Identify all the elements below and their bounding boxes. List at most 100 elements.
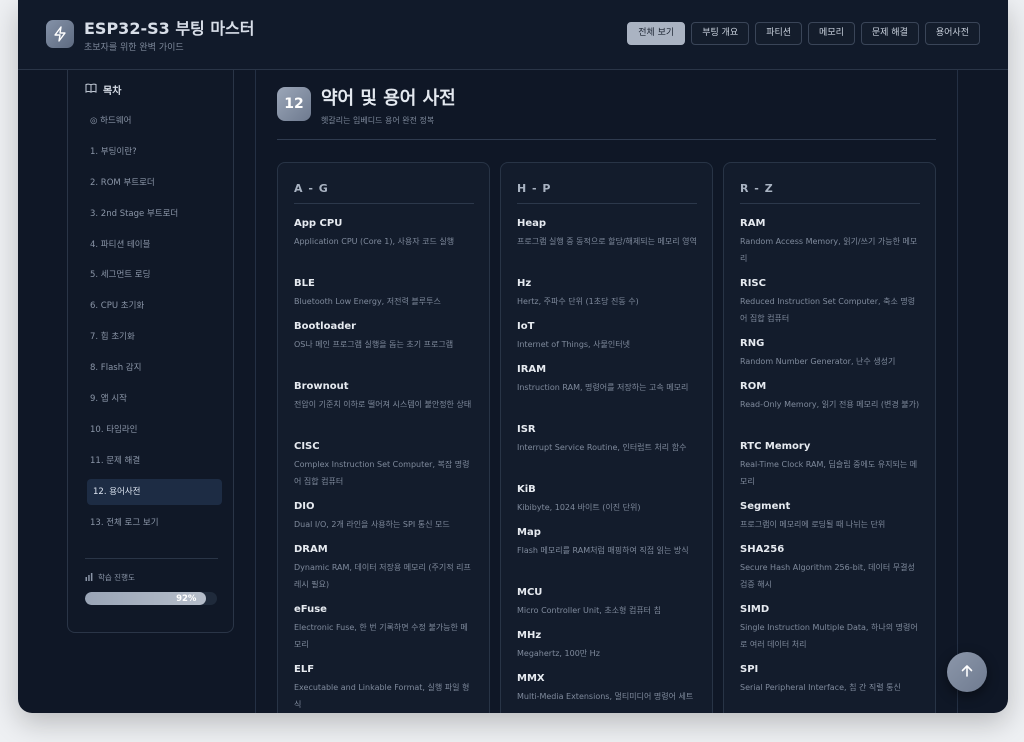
glossary-term: BLE Bluetooth Low Energy, 저전력 블루투스 — [294, 277, 474, 320]
toc-item[interactable]: 7. 힙 초기화 — [87, 324, 222, 350]
glossary-term: Bootloader OS나 메인 프로그램 실행을 돕는 초기 프로그램 — [294, 320, 474, 380]
term-name: RAM — [740, 218, 766, 229]
section-divider — [277, 139, 936, 140]
term-description: Reduced Instruction Set Computer, 축소 명령어… — [740, 297, 916, 323]
glossary-term: RAM Random Access Memory, 읽기/쓰기 가능한 메모리 — [740, 217, 920, 277]
glossary-term: eFuse Electronic Fuse, 한 번 기록하면 수정 불가능한 메… — [294, 603, 474, 663]
term-name: CISC — [294, 441, 320, 452]
toc-list: ◎ 하드웨어 1. 부팅이란? 2. ROM 부트로더 3. 2nd Stage 부트… — [87, 108, 222, 540]
term-description: Hertz, 주파수 단위 (1초당 진동 수) — [517, 297, 639, 306]
glossary-term: RTC Memory Real-Time Clock RAM, 딥슬립 중에도 유… — [740, 440, 920, 500]
progress-value: 92% — [176, 593, 197, 604]
nav-button[interactable]: 전체 보기 — [627, 22, 686, 45]
term-description: Real-Time Clock RAM, 딥슬립 중에도 유지되는 메모리 — [740, 460, 918, 486]
term-description: Flash 메모리를 RAM처럼 매핑하여 직접 읽는 방식 — [517, 546, 689, 555]
term-description: Random Number Generator, 난수 생성기 — [740, 357, 896, 366]
app-window: ESP32-S3 부팅 마스터 초보자를 위한 완벽 가이드 전체 보기 부팅 개… — [18, 0, 1008, 713]
sidebar-divider — [85, 558, 218, 559]
toc-item[interactable]: 13. 전체 로그 보기 — [87, 510, 222, 536]
term-description: Read-Only Memory, 읽기 전용 메모리 (변경 불가) — [740, 400, 920, 409]
glossary-term: Map Flash 메모리를 RAM처럼 매핑하여 직접 읽는 방식 — [517, 526, 697, 586]
term-description: Dual I/O, 2개 라인을 사용하는 SPI 통신 모드 — [294, 520, 450, 529]
column-heading: H - P — [517, 182, 697, 204]
glossary-term: SIMD Single Instruction Multiple Data, 하나… — [740, 603, 920, 663]
term-name: Heap — [517, 218, 547, 229]
glossary-term: KiB Kibibyte, 1024 바이트 (이진 단위) — [517, 483, 697, 526]
toc-item[interactable]: 12. 용어사전 — [87, 478, 222, 505]
glossary-term: SHA256 Secure Hash Algorithm 256-bit, 데이터… — [740, 543, 920, 603]
toc-item[interactable]: 10. 타임라인 — [87, 417, 222, 443]
term-description: 프로그램 실행 중 동적으로 할당/해제되는 메모리 영역 — [517, 237, 697, 246]
glossary-term: CISC Complex Instruction Set Computer, 복잡… — [294, 440, 474, 500]
nav-button[interactable]: 파티션 — [755, 22, 803, 45]
term-name: ROM — [740, 381, 767, 392]
glossary-term: Hz Hertz, 주파수 단위 (1초당 진동 수) — [517, 277, 697, 320]
term-description: Random Access Memory, 읽기/쓰기 가능한 메모리 — [740, 237, 918, 263]
glossary-term: RISC Reduced Instruction Set Computer, 축소… — [740, 277, 920, 337]
progress-bar: 92% — [85, 592, 217, 605]
toc-item[interactable]: 6. CPU 초기화 — [87, 293, 222, 319]
glossary-term: IRAM Instruction RAM, 명령어를 저장하는 고속 메모리 — [517, 363, 697, 423]
section-number-badge: 12 — [277, 87, 311, 121]
book-icon — [85, 83, 97, 96]
toc-item[interactable]: 11. 문제 해결 — [87, 448, 222, 474]
term-list: RAM Random Access Memory, 읽기/쓰기 가능한 메모리 RI… — [740, 217, 920, 713]
back-to-top-button[interactable] — [947, 652, 987, 692]
glossary-term: Segment 프로그램이 메모리에 로딩될 때 나뉘는 단위 — [740, 500, 920, 543]
bar-chart-icon — [85, 572, 93, 583]
term-description: Interrupt Service Routine, 인터럽트 처리 함수 — [517, 443, 687, 452]
toc-title: 목차 — [103, 86, 122, 97]
glossary-term: Brownout 전압이 기준치 이하로 떨어져 시스템이 불안정한 상태 — [294, 380, 474, 440]
top-nav: 전체 보기 부팅 개요 파티션 메모리 문제 해결 용어사전 — [627, 22, 980, 45]
glossary-term: App CPU Application CPU (Core 1), 사용자 코드 … — [294, 217, 474, 277]
glossary-term: RNG Random Number Generator, 난수 생성기 — [740, 337, 920, 380]
toc-item[interactable]: 1. 부팅이란? — [87, 139, 222, 165]
toc-item[interactable]: 3. 2nd Stage 부트로더 — [87, 201, 222, 227]
toc-item[interactable]: 4. 파티션 테이블 — [87, 232, 222, 258]
term-description: OS나 메인 프로그램 실행을 돕는 초기 프로그램 — [294, 340, 454, 349]
term-name: ISR — [517, 424, 536, 435]
term-name: DRAM — [294, 544, 328, 555]
toc-item[interactable]: 8. Flash 감지 — [87, 355, 222, 381]
term-description: Application CPU (Core 1), 사용자 코드 실행 — [294, 237, 455, 246]
term-description: Executable and Linkable Format, 실행 파일 형식 — [294, 683, 470, 709]
term-description: Dynamic RAM, 데이터 저장용 메모리 (주기적 리프레시 필요) — [294, 563, 471, 589]
term-description: Megahertz, 100만 Hz — [517, 649, 600, 658]
term-description: Instruction RAM, 명령어를 저장하는 고속 메모리 — [517, 383, 689, 392]
term-name: IRAM — [517, 364, 547, 375]
term-name: Map — [517, 527, 541, 538]
term-name: Segment — [740, 501, 791, 512]
glossary-term: ROM Read-Only Memory, 읽기 전용 메모리 (변경 불가) — [740, 380, 920, 440]
glossary-term: ELF Executable and Linkable Format, 실행 파일… — [294, 663, 474, 713]
term-description: Secure Hash Algorithm 256-bit, 데이터 무결성 검… — [740, 563, 915, 589]
app-title: ESP32-S3 부팅 마스터 — [84, 19, 255, 38]
progress-label-row: 학습 진행도 — [85, 572, 135, 583]
toc-item[interactable]: 9. 앱 시작 — [87, 386, 222, 412]
section-title: 약어 및 용어 사전 — [321, 88, 456, 109]
progress-label: 학습 진행도 — [98, 573, 135, 582]
nav-button[interactable]: 메모리 — [808, 22, 855, 45]
toc-item[interactable]: ◎ 하드웨어 — [87, 108, 222, 134]
term-description: Single Instruction Multiple Data, 하나의 명령… — [740, 623, 918, 649]
term-name: MMX — [517, 673, 545, 684]
arrow-up-icon — [960, 663, 974, 682]
glossary-term: DIO Dual I/O, 2개 라인을 사용하는 SPI 통신 모드 — [294, 500, 474, 543]
term-name: eFuse — [294, 604, 327, 615]
term-name: ELF — [294, 664, 315, 675]
term-name: KiB — [517, 484, 536, 495]
nav-button[interactable]: 용어사전 — [924, 22, 980, 45]
term-description: Multi-Media Extensions, 멀티미디어 명령어 세트 — [517, 692, 694, 701]
nav-button[interactable]: 문제 해결 — [860, 22, 919, 45]
toc-item[interactable]: 2. ROM 부트로더 — [87, 170, 222, 196]
toc-item[interactable]: 5. 세그먼트 로딩 — [87, 262, 222, 288]
top-header: ESP32-S3 부팅 마스터 초보자를 위한 완벽 가이드 전체 보기 부팅 개… — [18, 0, 1008, 70]
nav-button[interactable]: 부팅 개요 — [691, 22, 750, 45]
glossary-term: Heap 프로그램 실행 중 동적으로 할당/해제되는 메모리 영역 — [517, 217, 697, 277]
term-name: SPI — [740, 664, 759, 675]
term-description: Kibibyte, 1024 바이트 (이진 단위) — [517, 503, 641, 512]
progress-fill: 92% — [85, 592, 207, 605]
glossary-term: MHz Megahertz, 100만 Hz — [517, 629, 697, 672]
term-name: Bootloader — [294, 321, 357, 332]
term-name: DIO — [294, 501, 315, 512]
column-heading: A - G — [294, 182, 474, 204]
